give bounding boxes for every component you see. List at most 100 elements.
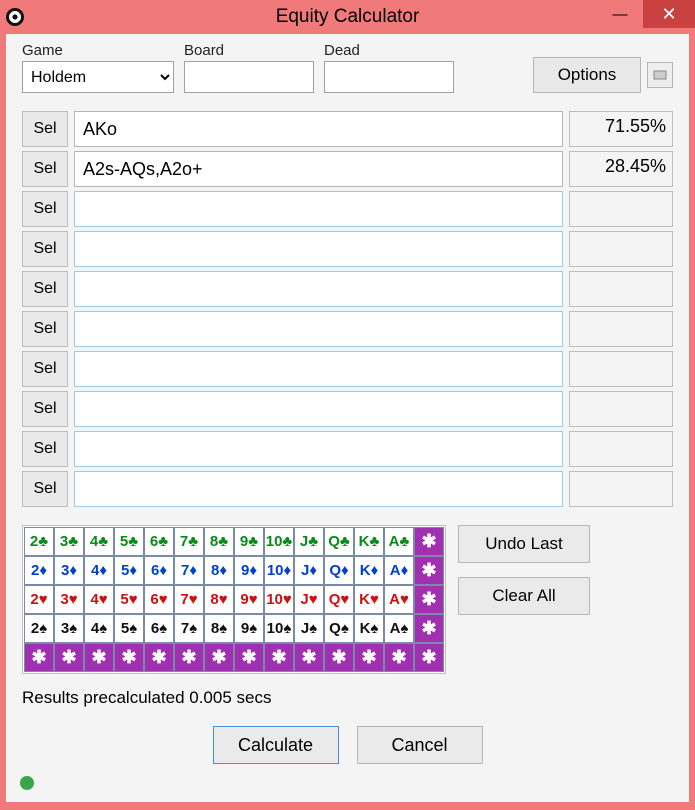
card-10s[interactable]: 10♠	[264, 614, 294, 643]
random-clubs-icon[interactable]: ✱	[414, 527, 444, 556]
card-3c[interactable]: 3♣	[54, 527, 84, 556]
card-Ad[interactable]: A♦	[384, 556, 414, 585]
card-6s[interactable]: 6♠	[144, 614, 174, 643]
card-4d[interactable]: 4♦	[84, 556, 114, 585]
range-input[interactable]	[74, 151, 563, 187]
random-card-icon[interactable]: ✱	[174, 643, 204, 672]
card-7s[interactable]: 7♠	[174, 614, 204, 643]
card-8d[interactable]: 8♦	[204, 556, 234, 585]
card-Qc[interactable]: Q♣	[324, 527, 354, 556]
card-5h[interactable]: 5♥	[114, 585, 144, 614]
random-diamonds-icon[interactable]: ✱	[414, 556, 444, 585]
card-2d[interactable]: 2♦	[24, 556, 54, 585]
minimize-button[interactable]: —	[597, 0, 643, 28]
card-9s[interactable]: 9♠	[234, 614, 264, 643]
sel-button[interactable]: Sel	[22, 111, 68, 147]
card-10c[interactable]: 10♣	[264, 527, 294, 556]
random-card-icon[interactable]: ✱	[84, 643, 114, 672]
card-Kc[interactable]: K♣	[354, 527, 384, 556]
card-2h[interactable]: 2♥	[24, 585, 54, 614]
clear-all-button[interactable]: Clear All	[458, 577, 590, 615]
card-8h[interactable]: 8♥	[204, 585, 234, 614]
random-card-icon[interactable]: ✱	[384, 643, 414, 672]
card-Qs[interactable]: Q♠	[324, 614, 354, 643]
card-7h[interactable]: 7♥	[174, 585, 204, 614]
card-5d[interactable]: 5♦	[114, 556, 144, 585]
card-Js[interactable]: J♠	[294, 614, 324, 643]
card-9c[interactable]: 9♣	[234, 527, 264, 556]
card-10d[interactable]: 10♦	[264, 556, 294, 585]
board-input[interactable]	[184, 61, 314, 93]
random-card-icon[interactable]: ✱	[324, 643, 354, 672]
random-card-icon[interactable]: ✱	[354, 643, 384, 672]
random-spades-icon[interactable]: ✱	[414, 614, 444, 643]
card-6c[interactable]: 6♣	[144, 527, 174, 556]
card-6h[interactable]: 6♥	[144, 585, 174, 614]
card-7d[interactable]: 7♦	[174, 556, 204, 585]
sel-button[interactable]: Sel	[22, 391, 68, 427]
card-4c[interactable]: 4♣	[84, 527, 114, 556]
close-button[interactable]: ✕	[643, 0, 695, 28]
card-4h[interactable]: 4♥	[84, 585, 114, 614]
card-Kd[interactable]: K♦	[354, 556, 384, 585]
cancel-button[interactable]: Cancel	[357, 726, 483, 764]
random-card-icon[interactable]: ✱	[294, 643, 324, 672]
card-5s[interactable]: 5♠	[114, 614, 144, 643]
range-input[interactable]	[74, 391, 563, 427]
card-6d[interactable]: 6♦	[144, 556, 174, 585]
dead-input[interactable]	[324, 61, 454, 93]
card-3h[interactable]: 3♥	[54, 585, 84, 614]
card-Qd[interactable]: Q♦	[324, 556, 354, 585]
range-input[interactable]	[74, 191, 563, 227]
card-Ac[interactable]: A♣	[384, 527, 414, 556]
range-input[interactable]	[74, 111, 563, 147]
random-card-icon[interactable]: ✱	[414, 643, 444, 672]
card-2s[interactable]: 2♠	[24, 614, 54, 643]
options-button[interactable]: Options	[533, 57, 641, 93]
card-Jh[interactable]: J♥	[294, 585, 324, 614]
card-4s[interactable]: 4♠	[84, 614, 114, 643]
random-card-icon[interactable]: ✱	[144, 643, 174, 672]
card-Ks[interactable]: K♠	[354, 614, 384, 643]
range-input[interactable]	[74, 431, 563, 467]
card-10h[interactable]: 10♥	[264, 585, 294, 614]
random-card-icon[interactable]: ✱	[204, 643, 234, 672]
card-Ah[interactable]: A♥	[384, 585, 414, 614]
undo-last-button[interactable]: Undo Last	[458, 525, 590, 563]
card-Jd[interactable]: J♦	[294, 556, 324, 585]
sel-button[interactable]: Sel	[22, 351, 68, 387]
card-5c[interactable]: 5♣	[114, 527, 144, 556]
random-card-icon[interactable]: ✱	[264, 643, 294, 672]
random-card-icon[interactable]: ✱	[234, 643, 264, 672]
random-card-icon[interactable]: ✱	[24, 643, 54, 672]
card-Qh[interactable]: Q♥	[324, 585, 354, 614]
range-input[interactable]	[74, 351, 563, 387]
card-7c[interactable]: 7♣	[174, 527, 204, 556]
random-card-icon[interactable]: ✱	[114, 643, 144, 672]
calculate-button[interactable]: Calculate	[213, 726, 339, 764]
sel-button[interactable]: Sel	[22, 271, 68, 307]
card-8s[interactable]: 8♠	[204, 614, 234, 643]
card-3d[interactable]: 3♦	[54, 556, 84, 585]
card-3s[interactable]: 3♠	[54, 614, 84, 643]
settings-icon[interactable]	[647, 62, 673, 88]
sel-button[interactable]: Sel	[22, 191, 68, 227]
game-select[interactable]: Holdem	[22, 61, 174, 93]
sel-button[interactable]: Sel	[22, 431, 68, 467]
card-Jc[interactable]: J♣	[294, 527, 324, 556]
card-Kh[interactable]: K♥	[354, 585, 384, 614]
range-input[interactable]	[74, 311, 563, 347]
range-input[interactable]	[74, 271, 563, 307]
sel-button[interactable]: Sel	[22, 231, 68, 267]
sel-button[interactable]: Sel	[22, 471, 68, 507]
random-hearts-icon[interactable]: ✱	[414, 585, 444, 614]
card-As[interactable]: A♠	[384, 614, 414, 643]
random-card-icon[interactable]: ✱	[54, 643, 84, 672]
card-8c[interactable]: 8♣	[204, 527, 234, 556]
card-9h[interactable]: 9♥	[234, 585, 264, 614]
range-input[interactable]	[74, 231, 563, 267]
sel-button[interactable]: Sel	[22, 151, 68, 187]
sel-button[interactable]: Sel	[22, 311, 68, 347]
card-9d[interactable]: 9♦	[234, 556, 264, 585]
card-2c[interactable]: 2♣	[24, 527, 54, 556]
